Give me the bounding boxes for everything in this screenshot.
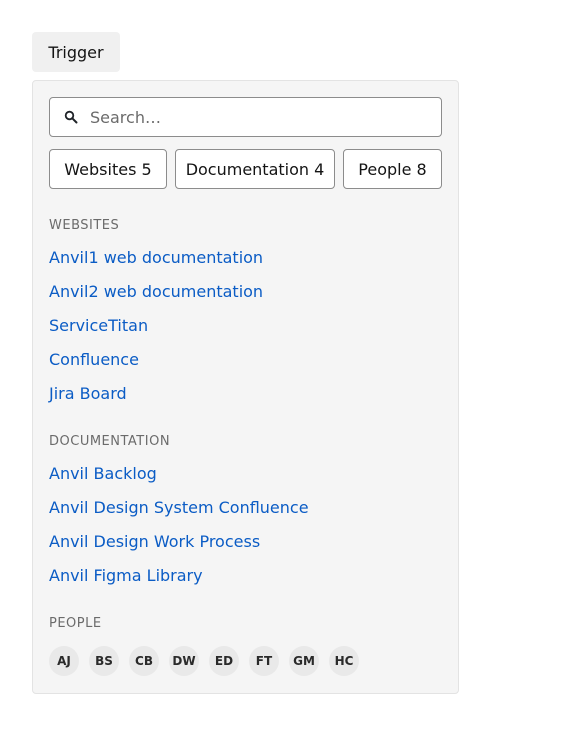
- search-input[interactable]: [90, 107, 410, 127]
- link-anvil-backlog[interactable]: Anvil Backlog: [49, 464, 157, 483]
- filter-chip-people[interactable]: People 8: [343, 149, 442, 189]
- link-servicetitan[interactable]: ServiceTitan: [49, 316, 148, 335]
- avatar[interactable]: ED: [209, 646, 239, 676]
- avatar[interactable]: AJ: [49, 646, 79, 676]
- avatar[interactable]: DW: [169, 646, 199, 676]
- avatar[interactable]: BS: [89, 646, 119, 676]
- search-icon: [64, 110, 78, 124]
- trigger-button[interactable]: Trigger: [32, 32, 120, 72]
- search-field[interactable]: [49, 97, 442, 137]
- filter-chip-documentation[interactable]: Documentation 4: [175, 149, 335, 189]
- section-heading-websites: WEBSITES: [49, 218, 120, 233]
- section-heading-documentation: DOCUMENTATION: [49, 434, 171, 449]
- link-jira-board[interactable]: Jira Board: [49, 384, 127, 403]
- filter-chip-websites[interactable]: Websites 5: [49, 149, 167, 189]
- link-anvil-figma-library[interactable]: Anvil Figma Library: [49, 566, 203, 585]
- avatar[interactable]: CB: [129, 646, 159, 676]
- people-avatars: AJ BS CB DW ED FT GM HC: [49, 646, 369, 676]
- section-heading-people: PEOPLE: [49, 616, 102, 631]
- link-anvil-design-work-process[interactable]: Anvil Design Work Process: [49, 532, 260, 551]
- search-popover: Websites 5 Documentation 4 People 8 WEBS…: [32, 80, 459, 694]
- avatar[interactable]: GM: [289, 646, 319, 676]
- link-anvil2-web-documentation[interactable]: Anvil2 web documentation: [49, 282, 263, 301]
- link-anvil1-web-documentation[interactable]: Anvil1 web documentation: [49, 248, 263, 267]
- link-confluence[interactable]: Confluence: [49, 350, 139, 369]
- avatar[interactable]: HC: [329, 646, 359, 676]
- link-anvil-design-system-confluence[interactable]: Anvil Design System Confluence: [49, 498, 309, 517]
- avatar[interactable]: FT: [249, 646, 279, 676]
- filter-chips: Websites 5 Documentation 4 People 8: [49, 149, 442, 189]
